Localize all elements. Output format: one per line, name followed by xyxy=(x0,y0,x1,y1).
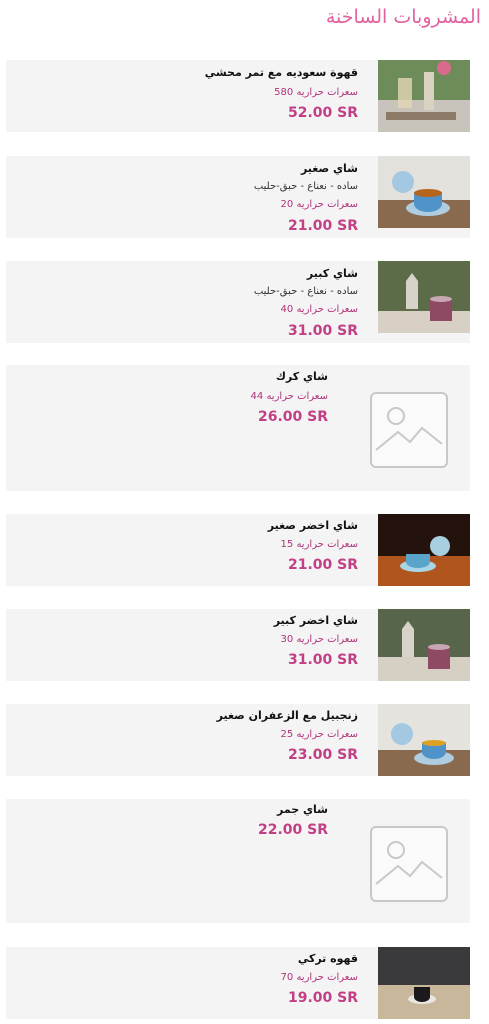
item-calories: سعرات حراريه 25 xyxy=(280,729,358,740)
item-price: 21.00 SR xyxy=(287,557,358,573)
item-description: ساده - نعناع - حبق-حليب xyxy=(253,181,358,192)
item-price: 31.00 SR xyxy=(287,323,358,339)
item-price: 52.00 SR xyxy=(287,105,358,121)
tea-cup-photo xyxy=(378,704,470,776)
teapot-photo xyxy=(378,261,470,333)
item-name: شاي اخضر كبير xyxy=(273,614,358,627)
page-title: المشروبات الساخنة xyxy=(325,6,481,28)
menu-item-card[interactable]: زنجبيل مع الزعفران صغير سعرات حراريه 25 … xyxy=(6,704,470,776)
item-name: قهوه تركي xyxy=(297,952,358,965)
item-price: 31.00 SR xyxy=(287,652,358,668)
image-placeholder-icon xyxy=(370,826,448,902)
menu-item-card[interactable]: قهوه تركي سعرات حراريه 70 19.00 SR xyxy=(6,947,470,1019)
image-placeholder-icon xyxy=(370,392,448,468)
item-price: 26.00 SR xyxy=(257,409,328,425)
item-description: ساده - نعناع - حبق-حليب xyxy=(253,286,358,297)
item-name: شاي جمر xyxy=(276,803,328,816)
menu-item-card[interactable]: شاي اخضر صغير سعرات حراريه 15 21.00 SR xyxy=(6,514,470,586)
menu-item-card[interactable]: قهوة سعوديه مع تمر محشي سعرات حراريه 580… xyxy=(6,60,470,132)
item-calories: سعرات حراريه 44 xyxy=(250,391,328,402)
item-price: 22.00 SR xyxy=(257,822,328,838)
tea-cup-photo xyxy=(378,156,470,228)
turkish-coffee-photo xyxy=(378,947,470,1019)
menu-item-card[interactable]: شاي اخضر كبير سعرات حراريه 30 31.00 SR xyxy=(6,609,470,681)
item-name: زنجبيل مع الزعفران صغير xyxy=(216,709,358,722)
menu-item-card[interactable]: شاي صغير ساده - نعناع - حبق-حليب سعرات ح… xyxy=(6,156,470,238)
item-calories: سعرات حراريه 20 xyxy=(280,199,358,210)
item-name: شاي كرك xyxy=(275,370,328,383)
item-name: شاي كبير xyxy=(306,267,358,280)
green-tea-photo xyxy=(378,514,470,586)
teapot-photo xyxy=(378,609,470,681)
item-calories: سعرات حراريه 30 xyxy=(280,634,358,645)
item-name: شاي اخضر صغير xyxy=(267,519,358,532)
item-calories: سعرات حراريه 15 xyxy=(280,539,358,550)
coffee-dates-photo xyxy=(378,60,470,132)
item-calories: سعرات حراريه 40 xyxy=(280,304,358,315)
item-price: 23.00 SR xyxy=(287,747,358,763)
item-price: 19.00 SR xyxy=(287,990,358,1006)
menu-item-card[interactable]: شاي كرك سعرات حراريه 44 26.00 SR xyxy=(6,365,470,491)
item-price: 21.00 SR xyxy=(287,218,358,234)
item-name: شاي صغير xyxy=(300,162,358,175)
menu-item-card[interactable]: شاي جمر 22.00 SR xyxy=(6,799,470,923)
item-calories: سعرات حراريه 70 xyxy=(280,972,358,983)
item-calories: سعرات حراريه 580 xyxy=(274,87,358,98)
menu-item-card[interactable]: شاي كبير ساده - نعناع - حبق-حليب سعرات ح… xyxy=(6,261,470,343)
item-name: قهوة سعوديه مع تمر محشي xyxy=(204,66,358,79)
